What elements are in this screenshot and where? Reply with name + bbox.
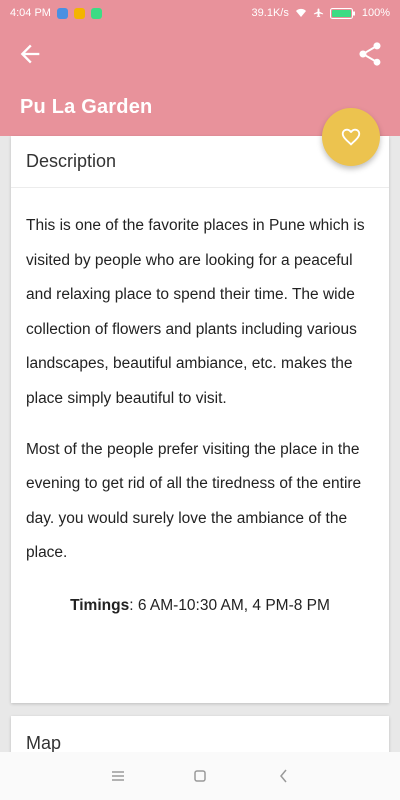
share-icon[interactable] — [356, 40, 384, 68]
favorite-button[interactable] — [322, 108, 380, 166]
menu-icon[interactable] — [108, 766, 128, 786]
system-nav-bar — [0, 752, 400, 800]
battery-level: 100% — [361, 7, 390, 19]
timings-label: Timings — [70, 596, 130, 614]
battery-icon — [329, 7, 355, 19]
airplane-icon — [313, 7, 323, 17]
wifi-icon — [295, 8, 306, 17]
timings-line: Timings: 6 AM-10:30 AM, 4 PM-8 PM — [26, 589, 374, 624]
description-card: Description This is one of the favorite … — [11, 136, 389, 703]
back-chevron-icon[interactable] — [274, 766, 294, 786]
notification-photos-icon — [73, 7, 85, 19]
description-body: This is one of the favorite places in Pu… — [11, 188, 389, 624]
notification-android-icon — [90, 7, 102, 19]
description-paragraph: This is one of the favorite places in Pu… — [26, 217, 365, 407]
status-bar: 4:04 PM 39.1K/s 100% — [0, 0, 400, 26]
description-paragraph: Most of the people prefer visiting the p… — [26, 440, 362, 562]
heart-outline-icon — [341, 128, 361, 146]
page-title: Pu La Garden — [20, 96, 153, 118]
notification-app-icon — [56, 7, 68, 19]
network-speed: 39.1K/s — [251, 7, 289, 19]
status-time: 4:04 PM — [10, 7, 51, 19]
map-header: Map — [26, 733, 62, 753]
arrow-back-icon[interactable] — [16, 40, 44, 68]
timings-value: : 6 AM-10:30 AM, 4 PM-8 PM — [129, 596, 330, 614]
home-square-icon[interactable] — [190, 766, 210, 786]
